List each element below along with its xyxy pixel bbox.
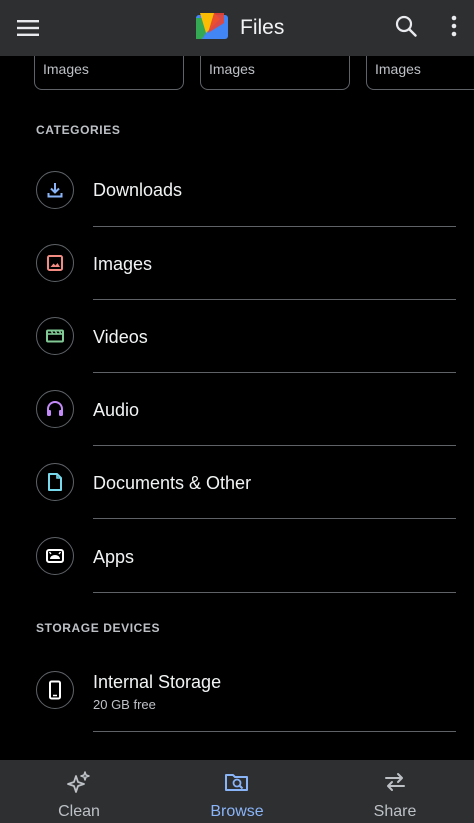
category-audio[interactable]: Audio: [0, 373, 474, 446]
files-logo-icon: [194, 11, 230, 46]
category-videos[interactable]: Videos: [0, 300, 474, 373]
category-label: Apps: [93, 547, 135, 567]
nav-clean[interactable]: Clean: [0, 760, 158, 823]
recent-card[interactable]: Images: [34, 56, 184, 90]
browse-icon: [224, 770, 250, 799]
recent-card[interactable]: Images: [366, 56, 474, 90]
menu-icon[interactable]: [14, 14, 42, 42]
storage-internal[interactable]: Internal Storage 20 GB free: [0, 660, 474, 732]
top-app-bar: Files: [0, 0, 474, 56]
recent-card-label: Images: [375, 61, 421, 77]
category-apps[interactable]: Apps: [0, 520, 474, 593]
bottom-navigation: Clean Browse Share: [0, 760, 474, 823]
video-icon: [36, 317, 74, 355]
sparkle-icon: [66, 770, 92, 799]
nav-browse[interactable]: Browse: [158, 760, 316, 823]
phone-icon: [36, 671, 74, 709]
recent-card[interactable]: Images: [200, 56, 350, 90]
recent-card-label: Images: [43, 61, 89, 77]
download-icon: [36, 171, 74, 209]
category-images[interactable]: Images: [0, 227, 474, 300]
app-title: Files: [240, 16, 285, 39]
android-icon: [36, 537, 74, 575]
nav-share[interactable]: Share: [316, 760, 474, 823]
app-title-group: Files: [194, 10, 284, 46]
category-downloads[interactable]: Downloads: [0, 154, 474, 227]
category-documents[interactable]: Documents & Other: [0, 446, 474, 519]
category-label: Documents & Other: [93, 473, 252, 493]
storage-devices-header: STORAGE DEVICES: [36, 621, 161, 635]
nav-label: Browse: [210, 803, 264, 820]
storage-label: Internal Storage: [93, 672, 222, 692]
more-options-icon[interactable]: [440, 10, 468, 42]
image-icon: [36, 244, 74, 282]
category-label: Images: [93, 254, 153, 274]
divider: [93, 731, 456, 732]
recent-cards-strip: Images Images Images: [0, 56, 474, 92]
document-icon: [36, 463, 74, 501]
nav-label: Share: [373, 803, 417, 820]
nav-label: Clean: [58, 803, 100, 820]
categories-header: CATEGORIES: [36, 123, 121, 137]
divider: [93, 592, 456, 593]
search-icon[interactable]: [390, 10, 422, 42]
storage-free-space: 20 GB free: [93, 697, 156, 712]
category-label: Audio: [93, 400, 140, 420]
recent-card-label: Images: [209, 61, 255, 77]
swap-icon: [382, 770, 408, 799]
divider: [93, 518, 456, 519]
category-label: Downloads: [93, 180, 183, 200]
category-label: Videos: [93, 327, 148, 347]
headphones-icon: [36, 390, 74, 428]
